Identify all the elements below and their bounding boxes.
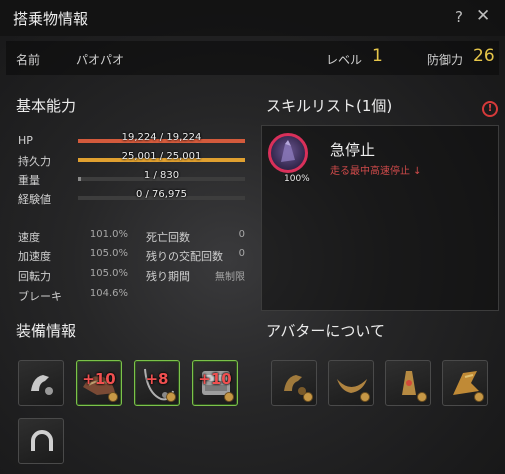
equip-slot-horseshoe[interactable]	[18, 418, 64, 464]
reins-enhance-level: +8	[145, 370, 169, 388]
breeding-count-value: 0	[238, 248, 245, 259]
equip-slot-barding[interactable]: +10	[192, 360, 238, 406]
exclamation-circle-icon[interactable]: !	[482, 101, 498, 117]
coin-icon	[360, 392, 370, 402]
equip-slot-stirrup[interactable]	[18, 360, 64, 406]
saddle-enhance-level: +10	[82, 370, 116, 388]
question-mark-icon[interactable]: ?	[455, 8, 463, 26]
equip-slot-saddle[interactable]: +10	[76, 360, 122, 406]
avatar-slot-stirrup[interactable]	[271, 360, 317, 406]
turning-label: 回転力	[18, 270, 51, 283]
title-bar[interactable]: 搭乗物情報 ? ✕	[0, 0, 505, 36]
equipment-title: 装備情報	[16, 322, 77, 340]
death-count-label: 死亡回数	[146, 231, 190, 244]
basic-stats-title: 基本能力	[16, 97, 77, 115]
equip-slot-reins[interactable]: +8	[134, 360, 180, 406]
hp-value: 19,224 / 19,224	[121, 132, 202, 143]
coin-icon	[108, 392, 118, 402]
sudden-stop-icon	[268, 133, 308, 173]
coin-icon	[303, 392, 313, 402]
hp-label: HP	[18, 134, 33, 147]
close-x-icon[interactable]: ✕	[476, 6, 490, 26]
coin-icon	[417, 392, 427, 402]
coin-icon	[166, 392, 176, 402]
mount-info-window: 搭乗物情報 ? ✕ 名前 パオパオ レベル 1 防御力 26 基本能力 HP 1…	[0, 0, 505, 474]
mount-summary-bar: 名前 パオパオ レベル 1 防御力 26	[6, 41, 499, 75]
weight-label: 重量	[18, 174, 40, 187]
weight-value: 1 / 830	[143, 170, 180, 181]
skill-item[interactable]: 急停止 走る最中高速停止 ↓ 100%	[266, 131, 494, 184]
coin-icon	[474, 392, 484, 402]
defense-label: 防御力	[427, 53, 464, 67]
brake-value: 104.6%	[89, 288, 128, 299]
level-value: 1	[372, 46, 383, 66]
avatar-slot-reins[interactable]	[385, 360, 431, 406]
acceleration-label: 加速度	[18, 250, 51, 263]
exp-label: 経験値	[18, 193, 51, 206]
turning-value: 105.0%	[89, 268, 128, 279]
speed-label: 速度	[18, 231, 40, 244]
brake-label: ブレーキ	[18, 290, 62, 303]
remaining-period-label: 残り期間	[146, 270, 190, 283]
remaining-period-value: 無制限	[215, 272, 245, 283]
defense-value: 26	[473, 46, 495, 66]
death-count-value: 0	[238, 229, 245, 240]
coin-icon	[224, 392, 234, 402]
skill-list-title: スキルリスト(1個)	[266, 97, 393, 115]
level-label: レベル	[326, 53, 363, 67]
barding-enhance-level: +10	[198, 370, 232, 388]
skill-name: 急停止	[330, 141, 376, 159]
window-title: 搭乗物情報	[13, 10, 89, 28]
stirrup-icon	[31, 375, 53, 395]
stamina-label: 持久力	[18, 155, 51, 168]
avatar-slot-armor[interactable]	[442, 360, 488, 406]
mount-name: パオパオ	[76, 53, 125, 67]
exp-value: 0 / 76,975	[135, 189, 188, 200]
name-label: 名前	[16, 53, 41, 67]
stamina-value: 25,001 / 25,001	[121, 151, 202, 162]
avatar-title: アバターについて	[266, 322, 385, 340]
speed-value: 101.0%	[89, 229, 128, 240]
skill-description: 走る最中高速停止 ↓	[330, 166, 422, 177]
horseshoe-icon	[31, 430, 53, 451]
avatar-slot-saddle[interactable]	[328, 360, 374, 406]
skill-percent: 100%	[284, 174, 310, 184]
acceleration-value: 105.0%	[89, 248, 128, 259]
